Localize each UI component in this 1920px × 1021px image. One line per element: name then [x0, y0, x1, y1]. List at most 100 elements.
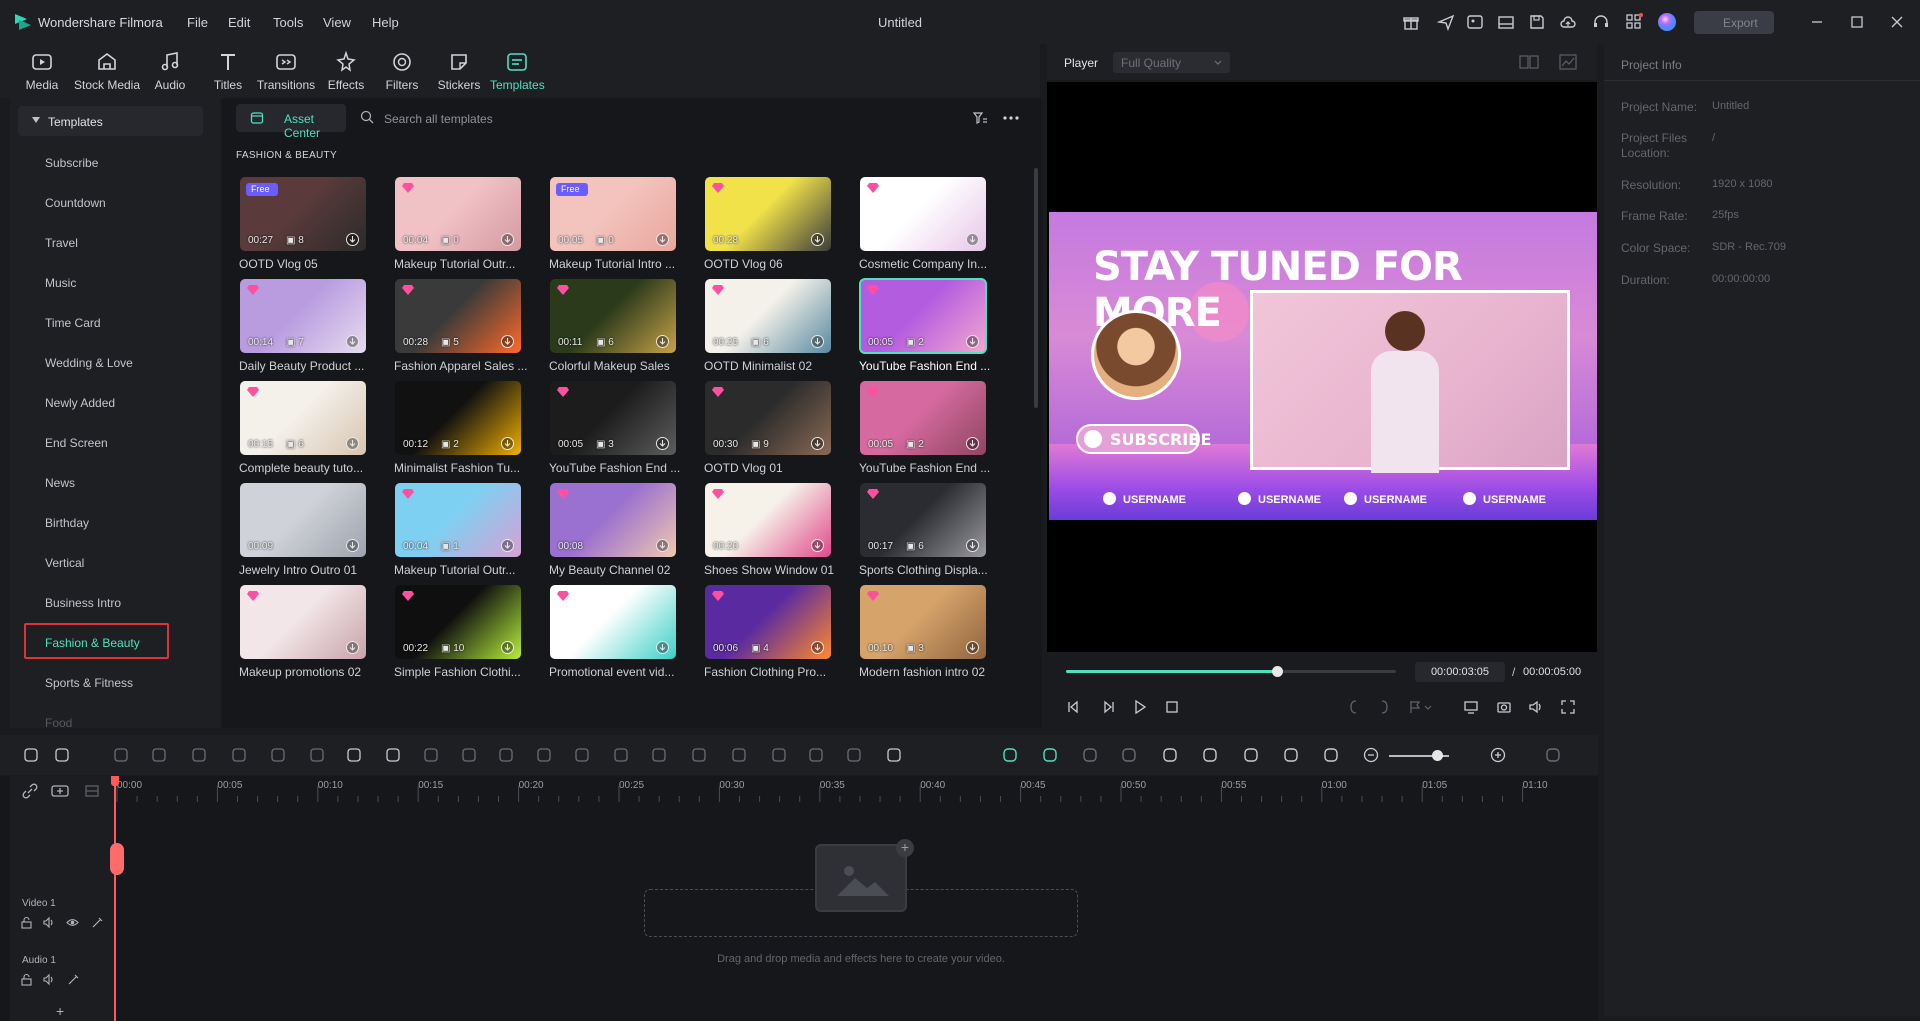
timer-icon[interactable] — [535, 746, 553, 764]
tool-filters[interactable]: Filters — [382, 50, 422, 96]
tool-stock-media[interactable]: Stock Media — [72, 50, 142, 96]
template-card[interactable]: 00:30 ▣ 9 — [705, 381, 831, 455]
ai-smart-icon[interactable] — [1001, 746, 1019, 764]
category-item[interactable]: Countdown — [45, 196, 106, 210]
category-item[interactable]: Time Card — [45, 316, 101, 330]
download-icon[interactable] — [501, 539, 514, 552]
download-icon[interactable] — [346, 539, 359, 552]
download-icon[interactable] — [656, 641, 669, 654]
template-card[interactable]: 00:25 ▣ 6 — [705, 279, 831, 353]
category-item[interactable]: News — [45, 476, 75, 490]
marker-dropdown-icon[interactable] — [1408, 699, 1432, 715]
split-audio-icon[interactable] — [770, 746, 788, 764]
category-item[interactable]: Business Intro — [45, 596, 121, 610]
previous-frame-icon[interactable] — [1066, 699, 1082, 715]
apps-grid-icon[interactable] — [1625, 13, 1643, 31]
adjust-icon[interactable] — [650, 746, 668, 764]
template-card[interactable]: Free 00:27 ▣ 8 — [240, 177, 366, 251]
download-icon[interactable] — [966, 335, 979, 348]
download-icon[interactable] — [811, 539, 824, 552]
download-icon[interactable] — [966, 437, 979, 450]
eye-icon[interactable] — [66, 916, 79, 929]
template-card[interactable]: 00:15 ▣ 6 — [240, 381, 366, 455]
filter-sort-icon[interactable] — [972, 110, 988, 126]
template-card[interactable]: Free 00:05 ▣ 0 — [550, 177, 676, 251]
fullscreen-icon[interactable] — [1560, 699, 1576, 715]
more-tools-icon[interactable] — [885, 746, 903, 764]
mark-in-icon[interactable] — [1346, 699, 1362, 715]
tool-transitions[interactable]: Transitions — [256, 50, 316, 96]
volume-icon[interactable] — [1528, 699, 1544, 715]
template-card[interactable] — [860, 177, 986, 251]
export-button[interactable]: Export — [1694, 11, 1774, 34]
shield-icon[interactable] — [1161, 746, 1179, 764]
speed-icon[interactable] — [422, 746, 440, 764]
download-icon[interactable] — [656, 335, 669, 348]
grid-view-icon[interactable] — [1519, 55, 1539, 69]
download-icon[interactable] — [501, 335, 514, 348]
search-templates-input[interactable] — [384, 108, 764, 130]
category-item[interactable]: Wedding & Love — [45, 356, 133, 370]
detach-icon[interactable] — [730, 746, 748, 764]
template-grid-scrollbar[interactable] — [1034, 168, 1038, 408]
close-icon[interactable] — [1888, 13, 1906, 31]
display-icon[interactable] — [1463, 699, 1479, 715]
download-icon[interactable] — [966, 233, 979, 246]
zoom-in-icon[interactable] — [1489, 746, 1507, 764]
send-icon[interactable] — [1437, 13, 1455, 31]
download-icon[interactable] — [346, 233, 359, 246]
templates-category-header[interactable]: Templates — [18, 106, 203, 136]
timeline-zoom-handle[interactable] — [1432, 750, 1443, 761]
motion-tracking-icon[interactable] — [1041, 746, 1059, 764]
layout-icon[interactable] — [1497, 13, 1515, 31]
minimize-icon[interactable] — [1808, 13, 1826, 31]
support-headset-icon[interactable] — [1592, 13, 1610, 31]
download-icon[interactable] — [656, 233, 669, 246]
speaker-icon[interactable] — [42, 973, 55, 986]
template-card[interactable]: 00:08 — [550, 483, 676, 557]
download-icon[interactable] — [966, 539, 979, 552]
tool-templates[interactable]: Templates — [490, 50, 545, 96]
playback-progress-bar[interactable] — [1066, 666, 1396, 677]
delete-icon[interactable] — [190, 746, 208, 764]
download-icon[interactable] — [501, 641, 514, 654]
tool-effects[interactable]: Effects — [326, 50, 366, 96]
tool-titles[interactable]: Titles — [208, 50, 248, 96]
category-item[interactable]: Music — [45, 276, 76, 290]
snapshot-icon[interactable] — [1282, 746, 1300, 764]
mask-icon[interactable] — [612, 746, 630, 764]
save-icon[interactable] — [1528, 13, 1546, 31]
download-icon[interactable] — [811, 335, 824, 348]
template-card[interactable]: 00:11 ▣ 6 — [550, 279, 676, 353]
playhead[interactable] — [114, 776, 116, 1021]
record-icon[interactable] — [1120, 746, 1138, 764]
layout-grid-icon[interactable] — [22, 746, 40, 764]
lock-icon[interactable] — [20, 916, 33, 929]
download-icon[interactable] — [501, 437, 514, 450]
avatar[interactable] — [1657, 12, 1677, 32]
zoom-out-icon[interactable] — [1362, 746, 1380, 764]
voiceover-icon[interactable] — [1242, 746, 1260, 764]
audio-stretch-icon[interactable] — [308, 746, 326, 764]
template-card[interactable]: 00:05 ▣ 2 — [859, 278, 987, 354]
text-icon[interactable] — [345, 746, 363, 764]
cloud-upload-icon[interactable] — [1559, 13, 1577, 31]
template-card[interactable]: 00:17 ▣ 6 — [860, 483, 986, 557]
template-card[interactable] — [240, 585, 366, 659]
category-item[interactable]: Vertical — [45, 556, 84, 570]
undo-icon[interactable] — [112, 746, 130, 764]
category-item[interactable]: Food — [45, 716, 72, 730]
category-item[interactable]: Newly Added — [45, 396, 115, 410]
download-icon[interactable] — [811, 437, 824, 450]
download-icon[interactable] — [346, 335, 359, 348]
current-time[interactable]: 00:00:03:05 — [1415, 662, 1505, 682]
category-item[interactable]: Birthday — [45, 516, 89, 530]
playhead-marker[interactable] — [111, 776, 119, 786]
rectangle-icon[interactable] — [384, 746, 402, 764]
template-card[interactable]: 00:04 ▣ 0 — [395, 177, 521, 251]
redo-icon[interactable] — [150, 746, 168, 764]
template-card[interactable]: 00:28 — [705, 177, 831, 251]
quality-select[interactable]: Full Quality — [1113, 52, 1230, 73]
tool-audio[interactable]: Audio — [150, 50, 190, 96]
download-icon[interactable] — [811, 233, 824, 246]
